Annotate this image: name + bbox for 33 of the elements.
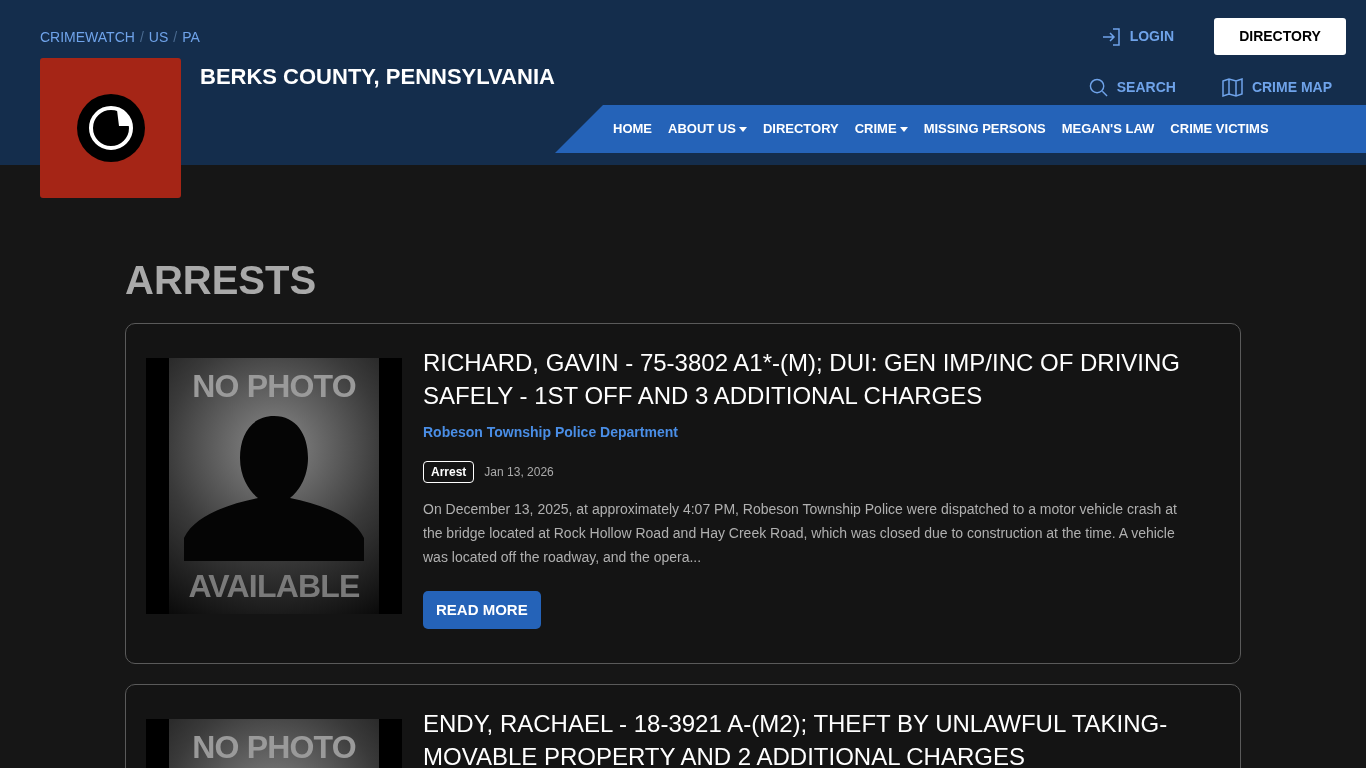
agency-link[interactable]: Robeson Township Police Department (423, 422, 678, 443)
logo[interactable] (40, 58, 181, 198)
arrest-summary: On December 13, 2025, at approximately 4:07 PM, Robeson Township Police were dispatched to a motor vehicle crash at the bridge located at Rock Hollow Road and Hay Creek Road, which was closed due to construction at the time. A vehicle was located off the roadway, and the opera... (423, 500, 1178, 567)
breadcrumb-separator: / (173, 27, 178, 47)
arrest-tag: Arrest (423, 461, 475, 483)
login-link[interactable]: LOGIN (1101, 26, 1174, 47)
login-icon (1101, 26, 1122, 47)
post-date: Jan 13, 2026 (484, 464, 554, 481)
breadcrumb-link[interactable]: CRIMEWATCH (40, 26, 135, 48)
crime-map-link[interactable]: CRIME MAP (1221, 76, 1332, 98)
breadcrumb-link[interactable]: PA (182, 26, 200, 48)
search-icon (1088, 77, 1108, 97)
nav-link[interactable]: ABOUT US (668, 119, 747, 139)
nav-link[interactable]: MISSING PERSONS (923, 119, 1046, 139)
directory-button[interactable]: DIRECTORY (1214, 18, 1346, 55)
read-more-button[interactable]: READ MORE (423, 591, 541, 629)
nav-link[interactable]: HOME (613, 119, 652, 139)
site-title: BERKS COUNTY, PENNSYLVANIA (200, 66, 555, 88)
search-link[interactable]: SEARCH (1088, 76, 1176, 98)
nav-link[interactable]: CRIME VICTIMS (1170, 119, 1269, 139)
nav-link[interactable]: CRIME (854, 119, 908, 139)
breadcrumb-separator: / (139, 27, 144, 47)
nav-link[interactable]: DIRECTORY (762, 119, 839, 139)
nav-link[interactable]: MEGAN'S LAW (1061, 119, 1155, 139)
no-photo-text: NO PHOTO (192, 370, 356, 402)
no-photo-text: NO PHOTO (192, 731, 356, 763)
page-title: ARRESTS (125, 260, 318, 300)
arrest-title-link[interactable]: ENDY, RACHAEL - 18-3921 A-(M2); THEFT BY UNLAWFUL TAKING-MOVABLE PROPERTY AND 2 ADDITIONAL CHARGES (423, 707, 1200, 768)
breadcrumb-link[interactable]: US (148, 26, 169, 48)
arrest-title-link[interactable]: RICHARD, GAVIN - 75-3802 A1*-(M); DUI: GEN IMP/INC OF DRIVING SAFELY - 1ST OFF AND 3 ADDITIONAL CHARGES (423, 346, 1200, 412)
available-text: AVAILABLE (188, 570, 360, 602)
eye-logo-icon (76, 94, 145, 162)
map-icon (1221, 77, 1243, 97)
